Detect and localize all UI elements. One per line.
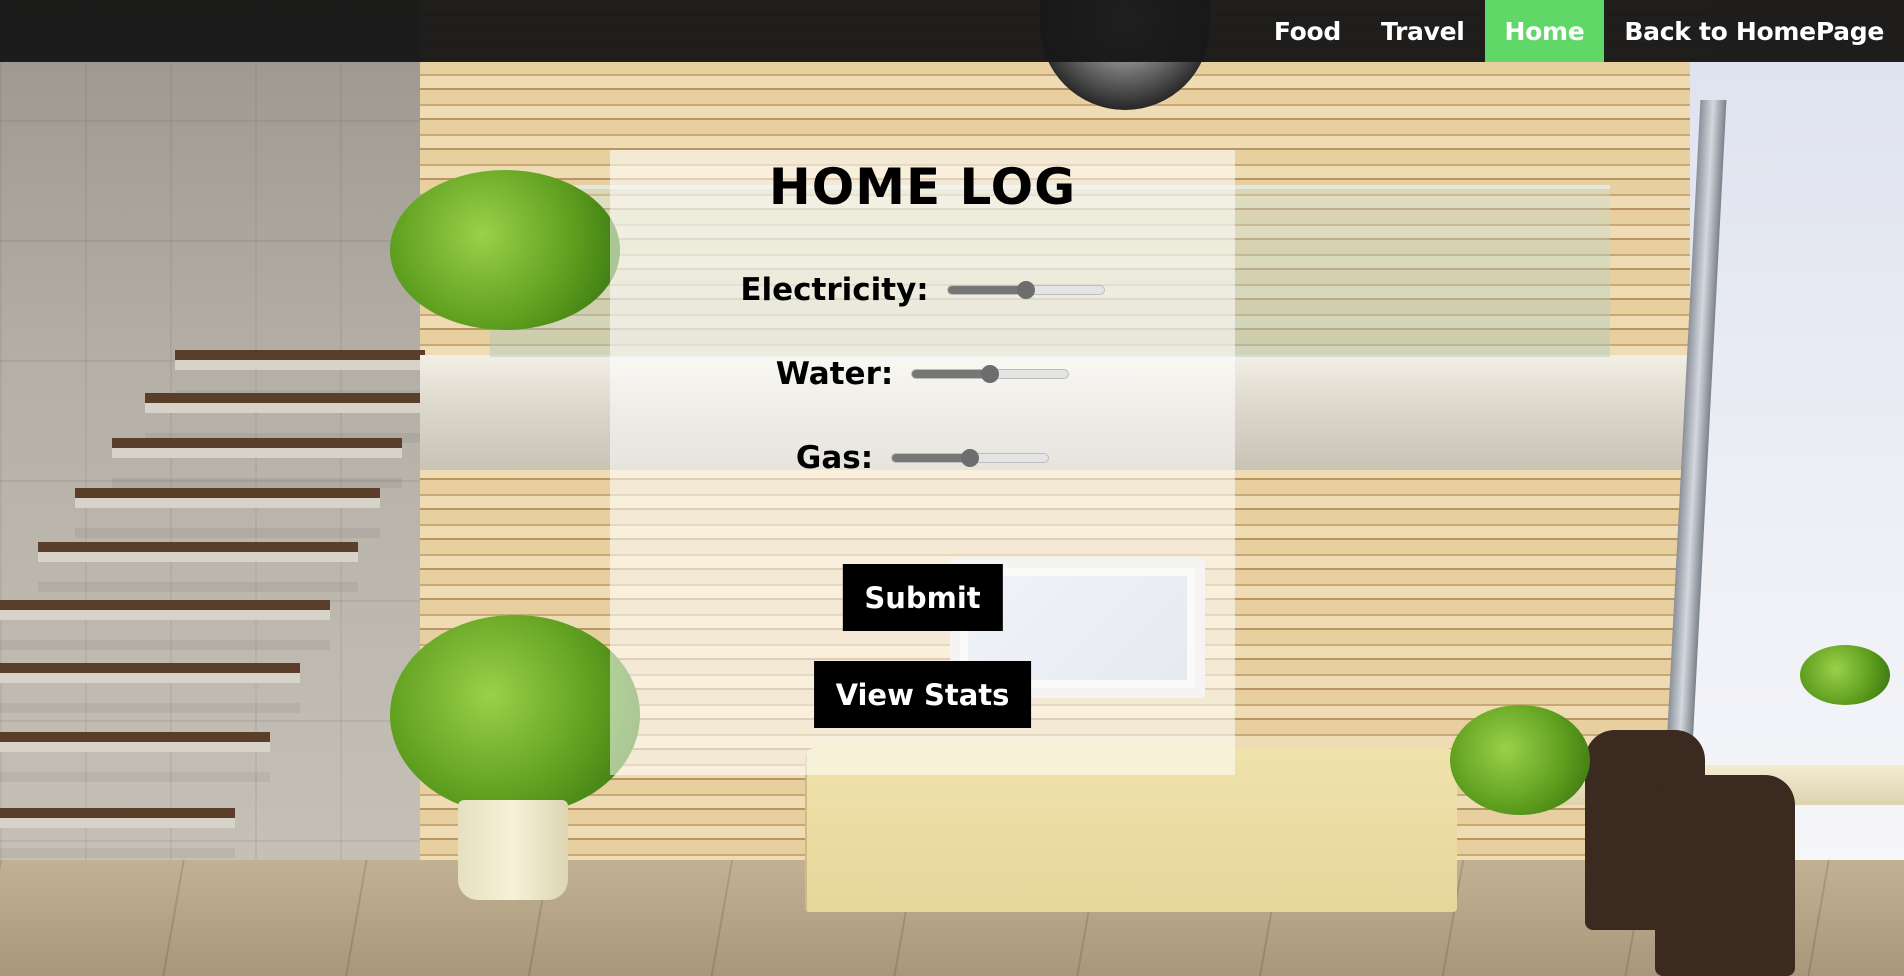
window — [1690, 60, 1904, 880]
stair-step — [0, 600, 330, 610]
water-row: Water: — [610, 356, 1235, 392]
slider-thumb[interactable] — [981, 365, 1000, 383]
stair-step — [0, 663, 300, 673]
electricity-row: Electricity: — [610, 272, 1235, 308]
stair-step — [112, 438, 402, 448]
slider-fill — [912, 370, 991, 378]
page-title: HOME LOG — [768, 158, 1077, 216]
electricity-label: Electricity: — [740, 272, 929, 308]
plant-leaves — [1450, 705, 1590, 815]
stair-step — [75, 488, 380, 498]
home-log-panel: HOME LOG Electricity: Water: Gas: Submit… — [610, 150, 1235, 775]
slider-thumb[interactable] — [961, 449, 980, 467]
stair-step — [175, 350, 425, 360]
chair — [1655, 775, 1795, 976]
nav-back-to-homepage[interactable]: Back to HomePage — [1604, 0, 1904, 62]
stair-step — [145, 393, 425, 403]
gas-label: Gas: — [795, 440, 874, 476]
water-label: Water: — [775, 356, 894, 392]
top-navbar: Food Travel Home Back to HomePage — [0, 0, 1904, 62]
nav-travel[interactable]: Travel — [1361, 0, 1485, 62]
water-slider[interactable] — [911, 365, 1070, 383]
plant-leaves — [390, 615, 640, 815]
plant-pot — [458, 800, 568, 900]
slider-fill — [947, 286, 1026, 294]
gas-row: Gas: — [610, 440, 1235, 476]
plant-leaves — [1800, 645, 1890, 705]
gas-slider[interactable] — [891, 449, 1050, 467]
submit-button[interactable]: Submit — [842, 564, 1003, 631]
plant-leaves — [390, 170, 620, 330]
stair-step — [0, 732, 270, 742]
stair-step — [38, 542, 358, 552]
slider-thumb[interactable] — [1016, 281, 1035, 299]
nav-home[interactable]: Home — [1484, 0, 1605, 62]
stair-step — [0, 808, 235, 818]
nav-food[interactable]: Food — [1254, 0, 1361, 62]
view-stats-button[interactable]: View Stats — [813, 661, 1032, 728]
electricity-slider[interactable] — [946, 281, 1105, 299]
slider-fill — [892, 454, 971, 462]
